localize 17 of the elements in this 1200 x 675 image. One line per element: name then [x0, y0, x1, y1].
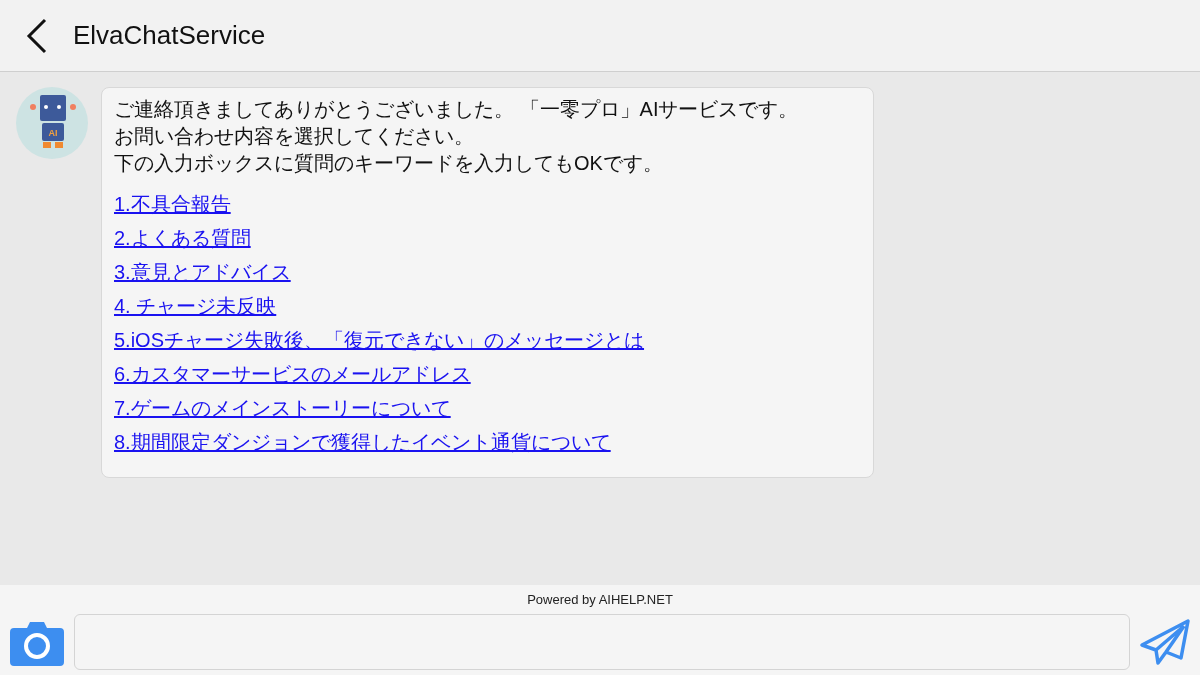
message-text: ご連絡頂きましてありがとうございました。 「一零プロ」AIサービスです。	[114, 97, 799, 122]
option-link[interactable]: 1.不具合報告	[114, 187, 231, 221]
message-text: お問い合わせ内容を選択してください。	[114, 124, 474, 149]
option-link[interactable]: 3.意見とアドバイス	[114, 255, 291, 289]
back-icon[interactable]	[25, 17, 47, 54]
option-link[interactable]: 7.ゲームのメインストーリーについて	[114, 391, 451, 425]
option-link[interactable]: 4. チャージ未反映	[114, 289, 277, 323]
message-text: 下の入力ボックスに質問のキーワードを入力してもOKです。	[114, 151, 663, 176]
message-input[interactable]	[74, 613, 1130, 670]
window-title: ElvaChatService	[73, 19, 266, 52]
option-link[interactable]: 5.iOSチャージ失敗後、「復元できない」のメッセージとは	[114, 323, 645, 357]
powered-by-text: Powered by AIHELP.NET	[527, 591, 673, 609]
option-link[interactable]: 6.カスタマーサービスのメールアドレス	[114, 357, 471, 391]
robot-avatar: AI	[16, 87, 88, 159]
send-icon[interactable]	[1140, 617, 1190, 666]
option-link[interactable]: 2.よくある質問	[114, 221, 251, 255]
option-link[interactable]: 8.期間限定ダンジョンで獲得したイベント通貨について	[114, 425, 611, 459]
